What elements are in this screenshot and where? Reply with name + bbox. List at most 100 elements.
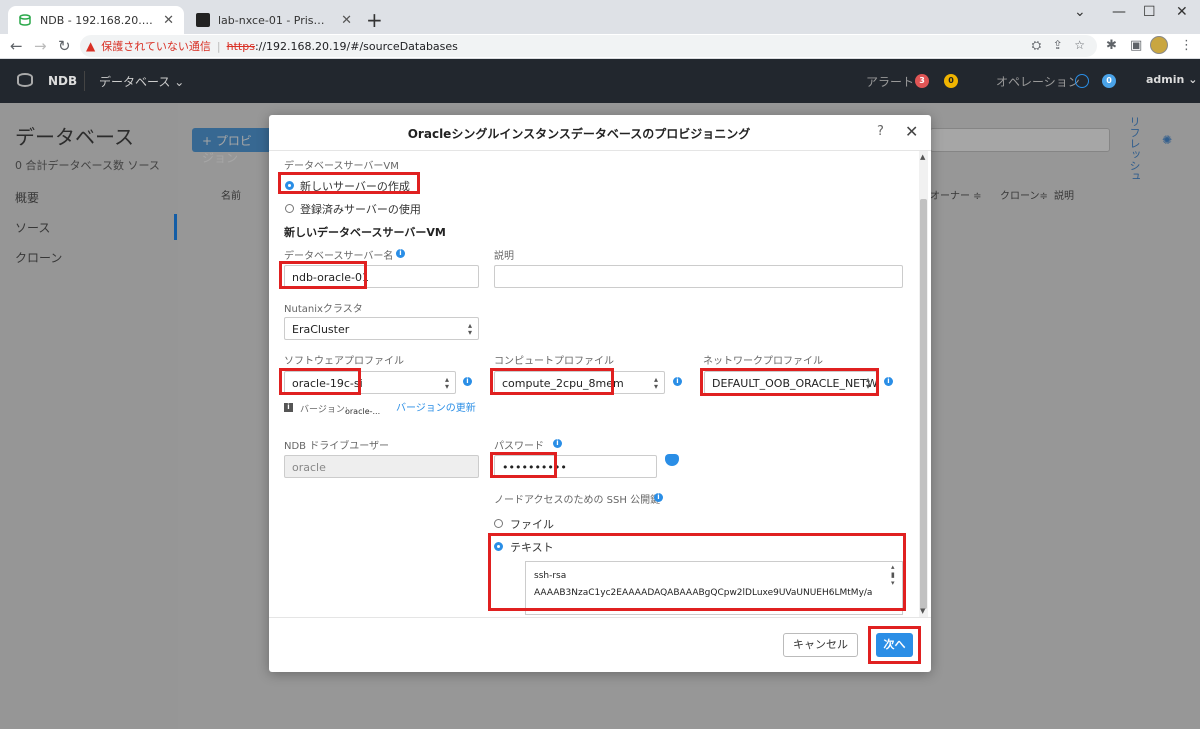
back-icon[interactable]: ←	[10, 37, 23, 55]
main-menu-dropdown[interactable]: データベース ⌄	[99, 73, 184, 90]
new-tab-button[interactable]: +	[366, 8, 383, 32]
select-caret-icon: ▴ ▾	[865, 375, 870, 391]
info-icon[interactable]: i	[884, 377, 893, 386]
info-icon[interactable]: i	[463, 377, 472, 386]
drive-user-label: NDB ドライブユーザー	[284, 441, 390, 452]
version-info-icon: i	[284, 403, 293, 412]
dialog-scrollbar-thumb[interactable]	[920, 199, 927, 609]
network-profile-select[interactable]: DEFAULT_OOB_ORACLE_NETW ▴ ▾	[704, 371, 877, 394]
reload-icon[interactable]: ↻	[58, 37, 71, 55]
address-bar: ← → ↻ ▲ 保護されていない通信 | https ://192.168.20…	[0, 34, 1200, 59]
operations-label[interactable]: オペレーション	[996, 73, 1080, 90]
server-name-input[interactable]: ndb-oracle-01	[284, 265, 479, 288]
maximize-icon[interactable]: ☐	[1143, 4, 1156, 20]
radio-new-server[interactable]	[285, 181, 294, 190]
software-profile-label: ソフトウェアプロファイル	[284, 356, 404, 367]
app-brand[interactable]: NDB	[48, 74, 77, 88]
close-tab-icon[interactable]: ✕	[341, 13, 352, 28]
password-input[interactable]: ••••••••••	[494, 455, 657, 478]
cancel-button[interactable]: キャンセル	[783, 633, 858, 657]
textarea-scrollbar[interactable]: ▴ ▮ ▾	[891, 563, 901, 603]
ssh-key-label: ノードアクセスのための SSH 公開鍵	[494, 495, 661, 506]
network-profile-label: ネットワークプロファイル	[703, 356, 823, 367]
radio-existing-server[interactable]	[285, 204, 294, 213]
url-text: ://192.168.20.19/#/sourceDatabases	[254, 39, 458, 53]
alert-warning-badge[interactable]: 0	[944, 74, 958, 88]
server-name-label: データベースサーバー名	[284, 251, 394, 262]
forward-icon[interactable]: →	[34, 37, 47, 55]
show-password-icon[interactable]	[665, 454, 679, 466]
compute-profile-value: compute_2cpu_8mem	[502, 377, 624, 390]
omnibox-icons: ⛭ ⇪ ☆	[1032, 38, 1085, 53]
browser-tab-prism[interactable]: lab-nxce-01 - Prism Element ✕	[186, 6, 362, 34]
next-button[interactable]: 次へ	[876, 633, 913, 657]
software-profile-value: oracle-19c-si	[292, 377, 363, 390]
select-caret-icon: ▴ ▾	[653, 375, 658, 391]
ssh-key-line: ssh-rsa	[534, 571, 567, 581]
cluster-select-value: EraCluster	[292, 323, 350, 336]
alerts-label[interactable]: アラート	[866, 73, 914, 90]
browser-menu-icon[interactable]: ⋮	[1180, 38, 1193, 53]
help-icon[interactable]: ?	[877, 124, 884, 139]
version-update-link[interactable]: バージョンの更新	[396, 399, 476, 414]
ssh-key-textarea[interactable]: ssh-rsa AAAAB3NzaC1yc2EAAAADAQABAAABgQCp…	[525, 561, 903, 615]
select-caret-icon: ▴ ▾	[467, 321, 472, 337]
server-vm-section-label: データベースサーバーVM	[284, 161, 399, 172]
info-icon[interactable]: i	[396, 249, 405, 258]
ndb-logo-icon	[17, 73, 33, 87]
info-icon[interactable]: i	[654, 493, 663, 502]
url-scheme: https	[226, 39, 255, 53]
provision-dialog: Oracleシングルインスタンスデータベースのプロビジョニング ? ✕ データベ…	[269, 115, 931, 672]
version-label: バージョン:	[300, 405, 348, 415]
app-header: NDB データベース ⌄ アラート 3 0 オペレーション 0 admin ⌄	[0, 59, 1200, 103]
tab-search-icon[interactable]: ⌄	[1074, 4, 1086, 20]
radio-new-server-label[interactable]: 新しいサーバーの作成	[300, 178, 410, 194]
share-icon[interactable]: ⇪	[1053, 38, 1063, 52]
operations-count-badge[interactable]: 0	[1102, 74, 1116, 88]
extensions-icon[interactable]: ✱	[1106, 38, 1117, 53]
minimize-icon[interactable]: —	[1112, 4, 1126, 20]
profile-avatar[interactable]	[1150, 36, 1168, 54]
description-label: 説明	[494, 251, 514, 262]
browser-tab-ndb[interactable]: NDB - 192.168.20.19 - データベース ✕	[8, 6, 184, 34]
scroll-down-icon[interactable]: ▼	[920, 607, 925, 615]
bookmark-star-icon[interactable]: ☆	[1074, 38, 1085, 52]
info-icon[interactable]: i	[673, 377, 682, 386]
radio-ssh-text-label[interactable]: テキスト	[510, 539, 554, 555]
tab-title: NDB - 192.168.20.19 - データベース	[40, 14, 156, 27]
cluster-label: Nutanixクラスタ	[284, 304, 363, 315]
compute-profile-label: コンピュートプロファイル	[494, 356, 614, 367]
version-value: oracle-...	[345, 407, 381, 416]
radio-ssh-text[interactable]	[494, 542, 503, 551]
info-icon[interactable]: i	[553, 439, 562, 448]
ndb-favicon-icon	[18, 13, 32, 27]
translate-icon[interactable]: ⛭	[1032, 38, 1042, 52]
url-input[interactable]: ▲ 保護されていない通信 | https ://192.168.20.19/#/…	[80, 35, 1097, 57]
close-tab-icon[interactable]: ✕	[163, 13, 174, 28]
window-close-icon[interactable]: ✕	[1176, 4, 1188, 20]
browser-tab-bar: NDB - 192.168.20.19 - データベース ✕ lab-nxce-…	[0, 0, 1200, 34]
compute-profile-select[interactable]: compute_2cpu_8mem ▴ ▾	[494, 371, 665, 394]
radio-ssh-file-label[interactable]: ファイル	[510, 516, 554, 532]
radio-ssh-file[interactable]	[494, 519, 503, 528]
password-label: パスワード	[494, 441, 544, 452]
close-icon[interactable]: ✕	[905, 122, 918, 141]
description-input[interactable]	[494, 265, 903, 288]
dialog-title: Oracleシングルインスタンスデータベースのプロビジョニング	[407, 127, 751, 141]
new-vm-heading: 新しいデータベースサーバーVM	[284, 226, 446, 239]
radio-existing-server-label[interactable]: 登録済みサーバーの使用	[300, 201, 421, 217]
network-profile-value: DEFAULT_OOB_ORACLE_NETW	[712, 377, 877, 390]
scroll-up-icon[interactable]: ▲	[920, 153, 925, 161]
insecure-label[interactable]: 保護されていない通信	[101, 38, 211, 54]
alert-critical-badge[interactable]: 3	[915, 74, 929, 88]
tab-title: lab-nxce-01 - Prism Element	[218, 13, 333, 27]
dialog-body: データベースサーバーVM 新しいサーバーの作成 登録済みサーバーの使用 新しいデ…	[269, 151, 916, 617]
warning-icon: ▲	[86, 39, 96, 53]
drive-user-input: oracle	[284, 455, 479, 478]
prism-favicon-icon	[196, 13, 210, 27]
user-menu[interactable]: admin ⌄	[1146, 73, 1197, 86]
cluster-select[interactable]: EraCluster ▴ ▾	[284, 317, 479, 340]
side-panel-icon[interactable]: ▣	[1130, 38, 1142, 53]
select-caret-icon: ▴ ▾	[444, 375, 449, 391]
software-profile-select[interactable]: oracle-19c-si ▴ ▾	[284, 371, 456, 394]
